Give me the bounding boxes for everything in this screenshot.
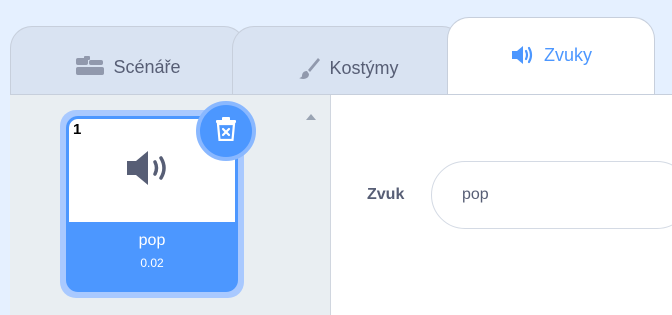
speaker-icon <box>510 44 536 66</box>
tab-scripts-content: Scénáře <box>75 56 181 78</box>
tab-sounds[interactable]: Zvuky <box>447 17 655 95</box>
tab-costumes[interactable]: Kostýmy <box>232 26 464 102</box>
sound-tile-name: pop <box>138 232 166 249</box>
tab-sounds-content: Zvuky <box>510 44 592 66</box>
tab-costumes-label: Kostýmy <box>329 57 399 78</box>
paintbrush-icon <box>297 56 321 80</box>
trash-icon <box>215 116 237 146</box>
scroll-up-arrow-icon[interactable] <box>306 114 316 120</box>
sound-editor: Scénáře Kostýmy Zvuky 1 pop 0.02 Zvuk po… <box>0 0 672 315</box>
delete-sound-button[interactable] <box>196 101 256 161</box>
tab-scripts-label: Scénáře <box>113 56 181 77</box>
tab-sounds-label: Zvuky <box>543 44 592 65</box>
sound-name-input[interactable] <box>431 161 672 229</box>
code-blocks-icon <box>75 56 105 78</box>
speaker-icon <box>123 148 181 193</box>
sound-tile-number: 1 <box>73 121 82 138</box>
sound-tile-duration: 0.02 <box>140 256 164 270</box>
tab-scripts[interactable]: Scénáře <box>10 26 246 102</box>
sound-list-scrollbar[interactable] <box>293 95 331 315</box>
tab-costumes-content: Kostýmy <box>297 56 399 80</box>
sound-name-label: Zvuk <box>367 186 405 203</box>
